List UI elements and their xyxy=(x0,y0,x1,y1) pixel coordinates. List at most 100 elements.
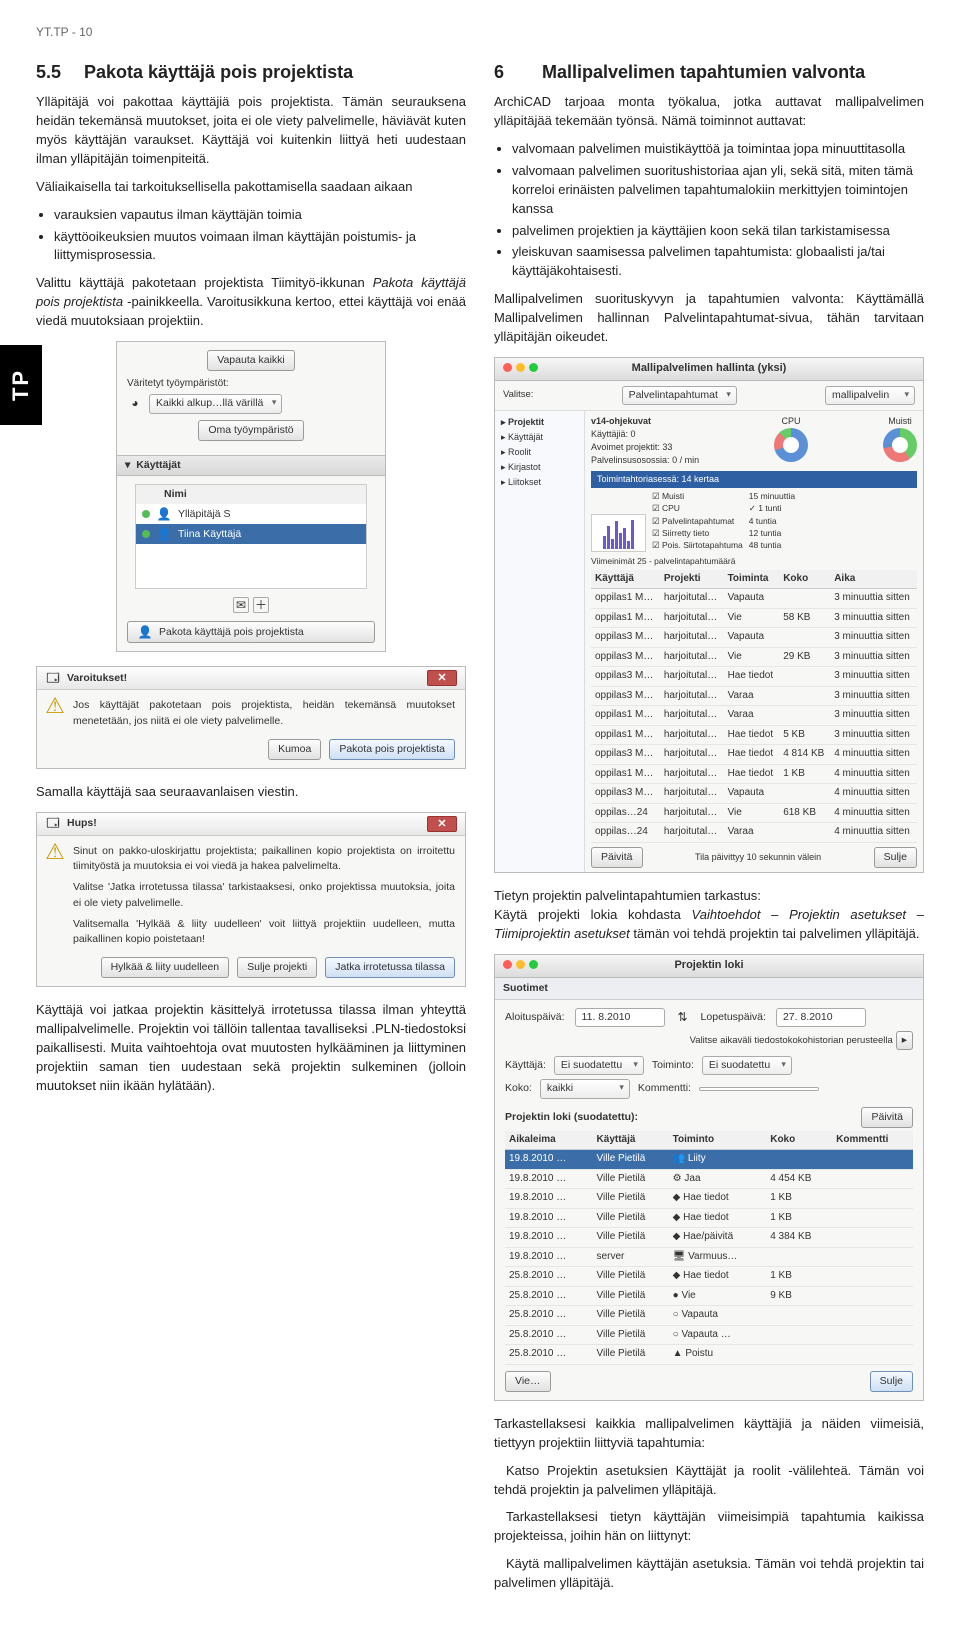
comment-filter-label: Kommentti: xyxy=(638,1081,691,1096)
bullet-list: varauksien vapautus ilman käyttäjän toim… xyxy=(36,206,466,266)
para: Valittu käyttäjä pakotetaan projektista … xyxy=(36,274,466,331)
close-button[interactable]: Sulje xyxy=(870,1371,913,1392)
oops-dialog-title: Hups! xyxy=(67,816,97,831)
legend-item[interactable]: ☑ Siirretty tieto xyxy=(652,527,743,539)
table-row[interactable]: 19.8.2010 …server🖥 Varmuus… xyxy=(505,1247,913,1267)
legend-item[interactable]: ☑ CPU xyxy=(652,502,743,514)
server-combo[interactable]: mallipalvelin xyxy=(825,386,915,405)
table-row[interactable]: oppilas3 M…harjoitutal…Varaa3 minuuttia … xyxy=(591,686,917,706)
table-row[interactable]: oppilas1 M…harjoitutal…Varaa3 minuuttia … xyxy=(591,706,917,726)
history-chart xyxy=(591,514,646,552)
release-all-button[interactable]: Vapauta kaikki xyxy=(207,350,295,371)
table-row[interactable]: 25.8.2010 …Ville Pietilä● Vie9 KB xyxy=(505,1286,913,1306)
table-row[interactable]: oppilas1 M…harjoitutal…Hae tiedot5 KB3 m… xyxy=(591,725,917,745)
update-note: Tila päivittyy 10 sekunnin välein xyxy=(695,851,821,864)
table-row[interactable]: 19.8.2010 …Ville Pietilä👥 Liity xyxy=(505,1150,913,1170)
user-filter-label: Käyttäjä: xyxy=(505,1058,546,1073)
table-row[interactable]: 19.8.2010 …Ville Pietilä◆ Hae tiedot1 KB xyxy=(505,1189,913,1209)
legend-item[interactable]: ☑ Pois. Siirtotapahtuma xyxy=(652,539,743,551)
monitor-sidebar-item[interactable]: ▸ Projektit xyxy=(499,415,580,430)
table-row[interactable]: oppilas3 M…harjoitutal…Hae tiedot3 minuu… xyxy=(591,667,917,687)
time-range-option[interactable]: 15 minuuttia xyxy=(749,490,795,502)
user-row-selected[interactable]: 👤 Tiina Käyttäjä xyxy=(136,524,366,544)
warning-icon: ⚠ xyxy=(47,844,63,860)
close-icon[interactable]: ✕ xyxy=(427,816,457,832)
table-row[interactable]: oppilas3 M…harjoitutal…Vapauta3 minuutti… xyxy=(591,628,917,648)
table-row[interactable]: 25.8.2010 …Ville Pietilä○ Vapauta … xyxy=(505,1325,913,1345)
discard-rejoin-button[interactable]: Hylkää & liity uudelleen xyxy=(101,957,230,978)
traffic-lights[interactable] xyxy=(503,960,538,969)
end-date-field[interactable]: 27. 8.2010 xyxy=(776,1008,866,1027)
table-row[interactable]: 25.8.2010 …Ville Pietilä▲ Poistu xyxy=(505,1345,913,1365)
para: Tietyn projektin palvelintapahtumien tar… xyxy=(494,887,924,944)
cancel-button[interactable]: Kumoa xyxy=(268,739,321,760)
app-icon: 🗔 xyxy=(45,816,61,832)
range-play-button[interactable]: ▸ xyxy=(896,1031,913,1050)
size-filter-combo[interactable]: kaikki xyxy=(540,1079,630,1098)
table-row[interactable]: oppilas1 M…harjoitutal…Vapauta3 minuutti… xyxy=(591,589,917,609)
start-date-field[interactable]: 11. 8.2010 xyxy=(575,1008,665,1027)
table-row[interactable]: oppilas…24harjoitutal…Vie618 KB4 minuutt… xyxy=(591,803,917,823)
para: Käytä mallipalvelimen käyttäjän asetuksi… xyxy=(494,1555,924,1593)
close-button[interactable]: Sulje xyxy=(874,847,917,868)
action-filter-combo[interactable]: Ei suodatettu xyxy=(702,1056,792,1075)
para: ArchiCAD tarjoaa monta työkalua, jotka a… xyxy=(494,93,924,131)
time-range-option[interactable]: 4 tuntia xyxy=(749,515,795,527)
warning-message: Jos käyttäjät pakotetaan pois projektist… xyxy=(73,698,455,728)
close-icon[interactable]: ✕ xyxy=(427,670,457,686)
pie-icon: ◕ xyxy=(127,396,143,412)
colored-env-label: Väritetyt työympäristöt: xyxy=(127,377,375,392)
continue-detached-button[interactable]: Jatka irrotetussa tilassa xyxy=(325,957,455,978)
user-filter-combo[interactable]: Ei suodatettu xyxy=(554,1056,644,1075)
para: Tarkastellaksesi tietyn käyttäjän viimei… xyxy=(494,1508,924,1546)
table-row[interactable]: 25.8.2010 …Ville Pietilä◆ Hae tiedot1 KB xyxy=(505,1267,913,1287)
size-filter-label: Koko: xyxy=(505,1081,532,1096)
comment-field[interactable] xyxy=(699,1087,819,1091)
side-tab: TP xyxy=(0,345,42,425)
force-user-out-button[interactable]: 👤 Pakota käyttäjä pois projektista xyxy=(127,621,375,643)
window-titlebar: Projektin loki xyxy=(495,955,923,978)
table-row[interactable]: oppilas…24harjoitutal…Varaa4 minuuttia s… xyxy=(591,823,917,843)
oops-msg3: Valitsemalla 'Hylkää & liity uudelleen' … xyxy=(73,917,455,947)
table-row[interactable]: oppilas1 M…harjoitutal…Vie58 KB3 minuutt… xyxy=(591,608,917,628)
export-button[interactable]: Vie… xyxy=(505,1371,551,1392)
user-icon: 👤 xyxy=(156,526,172,542)
teamwork-panel-screenshot: Vapauta kaikki Väritetyt työympäristöt: … xyxy=(116,341,386,653)
own-env-button[interactable]: Oma työympäristö xyxy=(198,420,303,441)
table-row[interactable]: oppilas3 M…harjoitutal…Vie29 KB3 minuutt… xyxy=(591,647,917,667)
table-row[interactable]: oppilas1 M…harjoitutal…Hae tiedot1 KB4 m… xyxy=(591,764,917,784)
table-row[interactable]: 19.8.2010 …Ville Pietilä◆ Hae/päivitä4 3… xyxy=(505,1228,913,1248)
force-out-button[interactable]: Pakota pois projektista xyxy=(329,739,455,760)
time-range-option[interactable]: ✓ 1 tunti xyxy=(749,502,795,514)
refresh-button[interactable]: Päivitä xyxy=(591,847,643,868)
range-note: Valitse aikaväli tiedostokokohistorian p… xyxy=(690,1035,893,1046)
section-5-5-heading: 5.5 Pakota käyttäjä pois projektista xyxy=(36,59,466,85)
close-project-button[interactable]: Sulje projekti xyxy=(237,957,317,978)
time-range-option[interactable]: 48 tuntia xyxy=(749,539,795,551)
table-row[interactable]: 19.8.2010 …Ville Pietilä◆ Hae tiedot1 KB xyxy=(505,1208,913,1228)
table-row[interactable]: 19.8.2010 …Ville Pietilä⚙ Jaa4 454 KB xyxy=(505,1169,913,1189)
traffic-lights[interactable] xyxy=(503,363,538,372)
table-row[interactable]: 25.8.2010 …Ville Pietilä○ Vapauta xyxy=(505,1306,913,1326)
plus-icon[interactable]: ＋ xyxy=(253,597,269,613)
window-titlebar: Mallipalvelimen hallinta (yksi) xyxy=(495,358,923,381)
tab-combo[interactable]: Palvelintapahtumat xyxy=(622,386,737,405)
user-row[interactable]: 👤 Ylläpitäjä S xyxy=(136,504,366,524)
monitor-sidebar-item[interactable]: ▸ Käyttäjät xyxy=(499,430,580,445)
monitor-sidebar-item[interactable]: ▸ Liitokset xyxy=(499,475,580,490)
users-section-header[interactable]: ▾ Käyttäjät xyxy=(117,455,385,476)
table-row[interactable]: oppilas3 M…harjoitutal…Vapauta4 minuutti… xyxy=(591,784,917,804)
table-row[interactable]: oppilas3 M…harjoitutal…Hae tiedot4 814 K… xyxy=(591,745,917,765)
monitor-sidebar-item[interactable]: ▸ Kirjastot xyxy=(499,460,580,475)
refresh-button[interactable]: Päivitä xyxy=(861,1107,913,1128)
end-date-label: Lopetuspäivä: xyxy=(701,1010,766,1025)
time-range-option[interactable]: 12 tuntia xyxy=(749,527,795,539)
envelope-icon[interactable]: ✉ xyxy=(233,597,249,613)
legend-item[interactable]: ☑ Palvelintapahtumat xyxy=(652,515,743,527)
monitor-sidebar-item[interactable]: ▸ Roolit xyxy=(499,445,580,460)
color-combo[interactable]: Kaikki alkup…llä värillä xyxy=(149,394,282,413)
stepper-icon[interactable]: ⇅ xyxy=(675,1009,691,1025)
log-table: AikaleimaKäyttäjäToimintoKokoKommentti 1… xyxy=(505,1131,913,1365)
para: Mallipalvelimen suorituskyvyn ja tapahtu… xyxy=(494,290,924,347)
legend-item[interactable]: ☑ Muisti xyxy=(652,490,743,502)
